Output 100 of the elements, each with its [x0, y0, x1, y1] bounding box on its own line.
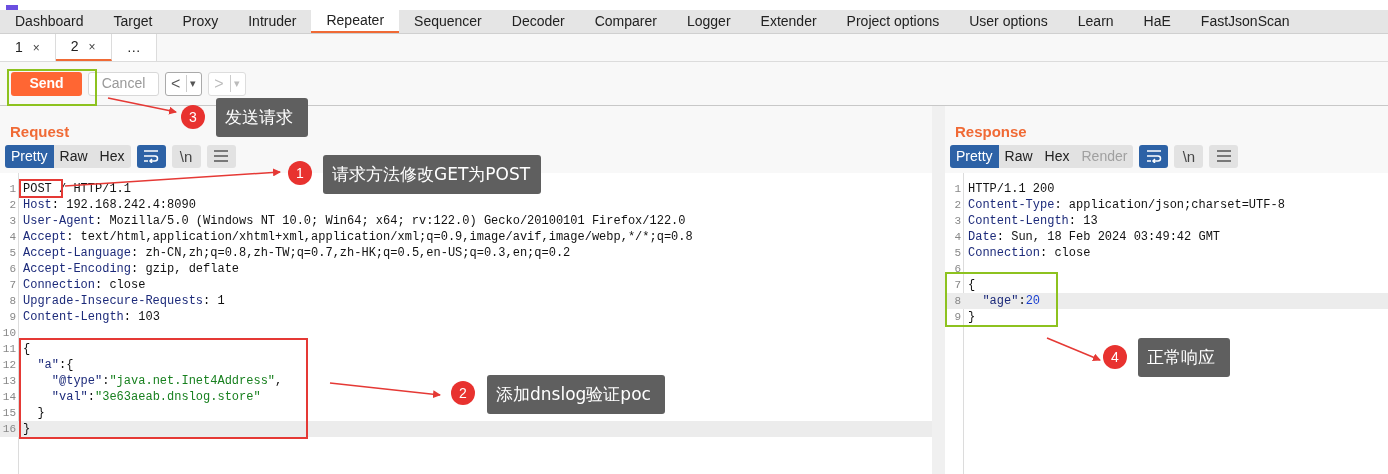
main-tab[interactable]: Extender: [745, 10, 832, 33]
line-number: 1: [8, 182, 17, 197]
line-number: 8: [8, 294, 17, 309]
main-tab[interactable]: Proxy: [167, 10, 234, 33]
wrap-button[interactable]: [136, 144, 166, 168]
code-text: : gzip, deflate: [131, 261, 240, 277]
line-number: 1: [953, 182, 962, 197]
line-number: 7: [8, 278, 17, 293]
main-tab[interactable]: Target: [98, 10, 168, 33]
main-tab[interactable]: Logger: [671, 10, 746, 33]
wrap-button[interactable]: [1139, 144, 1169, 168]
request-tab[interactable]: 2 ×: [55, 34, 112, 61]
code-text: ,: [275, 373, 283, 389]
newline-button[interactable]: \n: [1174, 144, 1204, 168]
callout: 请求方法修改GET为POST: [323, 155, 541, 194]
line-number: 5: [953, 246, 962, 261]
line-number: 4: [8, 230, 17, 245]
code-text: : text/html,application/xhtml+xml,application/xml;q=0.9,image/avif,image/webp,*/*;q=0.8: [66, 229, 693, 245]
history-button[interactable]: < ▾: [165, 71, 203, 96]
main-tab[interactable]: User options: [954, 10, 1063, 33]
code-text: "a": [36, 357, 59, 373]
arrow: [1046, 337, 1101, 361]
code-text: : close: [1040, 245, 1091, 261]
code-text: }: [23, 421, 31, 437]
view-tab[interactable]: Hex: [93, 144, 131, 168]
code-text: Content-Length: [23, 309, 124, 325]
code-text: Content-Length: [968, 213, 1069, 229]
view-tab[interactable]: Pretty: [5, 144, 54, 168]
request-tab[interactable]: …: [111, 34, 157, 61]
line-number: 16: [1, 422, 17, 437]
code-text: }: [36, 405, 45, 421]
line-number: 6: [953, 262, 962, 277]
code-text: : zh-CN,zh;q=0.8,zh-TW;q=0.7,zh-HK;q=0.5,en-US;q=0.3,en;q=0.2: [131, 245, 571, 261]
line-number: 13: [1, 374, 17, 389]
callout: 发送请求: [216, 98, 308, 137]
line-number: 15: [1, 406, 17, 421]
line-number: 8: [953, 294, 962, 309]
code-text: "val": [50, 389, 88, 405]
main-tab[interactable]: Sequencer: [399, 10, 497, 33]
view-tab[interactable]: Pretty: [950, 144, 999, 168]
line-number: 2: [953, 198, 962, 213]
main-tab[interactable]: Repeater: [311, 10, 400, 33]
view-tab[interactable]: Raw: [53, 144, 94, 168]
menu-button[interactable]: [1209, 144, 1239, 168]
main-tab[interactable]: FastJsonScan: [1185, 10, 1305, 33]
close-icon[interactable]: ×: [32, 38, 40, 57]
line-number: 3: [8, 214, 17, 229]
code-text: : Sun, 18 Feb 2024 03:49:42 GMT: [996, 229, 1221, 245]
callout: 添加dnslog验证poc: [487, 375, 665, 414]
main-tab[interactable]: Decoder: [496, 10, 580, 33]
code-text: : 13: [1068, 213, 1098, 229]
main-tab[interactable]: Intruder: [233, 10, 312, 33]
line-number: 12: [1, 358, 17, 373]
main-tab[interactable]: Dashboard: [0, 10, 99, 33]
line-number: 14: [1, 390, 17, 405]
line-number: 10: [1, 326, 17, 341]
code-text: : application/json;charset=UTF-8: [1054, 197, 1285, 213]
view-tab[interactable]: Hex: [1038, 144, 1076, 168]
code-text: }: [968, 309, 976, 325]
code-text: 20: [1025, 293, 1041, 309]
wrap-icon: [1145, 149, 1162, 163]
line-number: 9: [953, 310, 962, 325]
pane-title: Request: [10, 122, 70, 142]
line-number: 5: [8, 246, 17, 261]
wrap-icon: [143, 149, 159, 163]
main-tab[interactable]: HaE: [1128, 10, 1186, 33]
code-text: "age": [981, 293, 1019, 309]
code-text: :{: [59, 357, 74, 373]
line-number: 11: [1, 342, 17, 357]
code-text: : close: [95, 277, 146, 293]
callout: 正常响应: [1138, 338, 1230, 377]
main-tab[interactable]: Learn: [1062, 10, 1129, 33]
newline-button[interactable]: \n: [171, 144, 201, 168]
code-text: "java.net.Inet4Address": [109, 373, 276, 389]
code-text: : 103: [123, 309, 160, 325]
code-text: :: [1018, 293, 1026, 309]
close-icon[interactable]: ×: [88, 37, 96, 56]
main-tab[interactable]: Project options: [831, 10, 955, 33]
code-text: Connection: [968, 245, 1040, 261]
main-tab[interactable]: Comparer: [579, 10, 672, 33]
line-number: 4: [953, 230, 962, 245]
code-text: Connection: [23, 277, 95, 293]
line-number: 6: [8, 262, 17, 277]
code-text: "@type": [50, 373, 103, 389]
line-number: 3: [953, 214, 962, 229]
pane-title: Response: [955, 122, 1027, 142]
code-text: Host: [23, 197, 52, 213]
code-text: Date: [968, 229, 997, 245]
arrow: [107, 97, 177, 115]
code-text: :: [102, 373, 110, 389]
menu-button[interactable]: [206, 144, 236, 168]
code-text: : 1: [203, 293, 225, 309]
view-tab[interactable]: Raw: [998, 144, 1039, 168]
code-text: Accept: [23, 229, 67, 245]
menu-icon: [1215, 150, 1232, 162]
code-text: HTTP/1.1 200: [968, 181, 1055, 197]
code-text: Upgrade-Insecure-Requests: [23, 293, 204, 309]
code-text: : Mozilla/5.0 (Windows NT 10.0; Win64; x64; rv:122.0) Gecko/20100101 Firefox/122.0: [95, 213, 686, 229]
code-text: Content-Type: [968, 197, 1055, 213]
request-tab[interactable]: 1 ×: [0, 34, 56, 61]
